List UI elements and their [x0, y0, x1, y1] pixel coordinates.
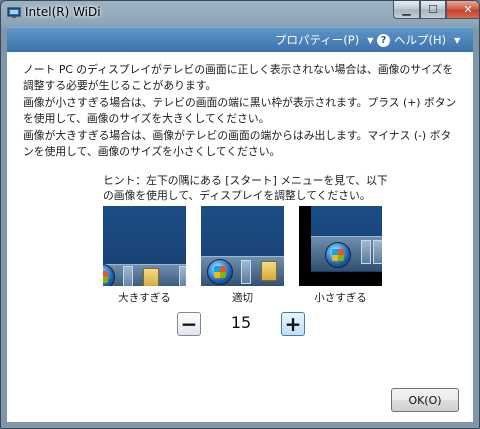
example-label-too-large: 大きすぎる — [118, 292, 171, 304]
widi-app-icon — [7, 7, 21, 18]
menu-help-label: ヘルプ(H) — [394, 33, 447, 47]
taskbar-button — [123, 266, 133, 286]
start-orb-icon — [325, 242, 351, 268]
taskbar-button — [241, 260, 251, 284]
example-label-too-small: 小さすぎる — [314, 292, 367, 304]
content-panel: ノート PC のディスプレイがテレビの画面に正しく表示されない場合は、画像のサイ… — [7, 52, 473, 422]
minimize-button[interactable]: ▁ — [393, 1, 420, 19]
folder-icon — [143, 268, 159, 286]
size-value: 15 — [230, 313, 252, 332]
start-orb-icon — [207, 259, 233, 285]
close-button[interactable]: ✕ — [446, 1, 479, 19]
taskbar-button — [361, 240, 371, 264]
maximize-button[interactable]: ☐ — [420, 1, 446, 19]
close-icon: ✕ — [463, 3, 473, 16]
decrease-size-button[interactable]: − — [177, 312, 201, 336]
example-label-correct: 適切 — [232, 292, 253, 304]
example-image-too-small — [299, 206, 382, 286]
menu-help[interactable]: ? ヘルプ(H) ▼ — [377, 32, 460, 48]
instruction-paragraph-2: 画像が小さすぎる場合は、テレビの画面の端に黒い枠が表示されます。プラス (+) … — [23, 96, 457, 125]
hint-text: ヒント：左下の隅にある [スタート] メニューを見て、以下の画像を使用して、ディ… — [103, 174, 388, 202]
taskbar-button — [373, 240, 382, 264]
instruction-paragraph-3: 画像が大きすぎる場合は、画像がテレビの画面の端からはみ出します。マイナス (-)… — [23, 129, 452, 158]
menu-bar: プロパティー(P) ▼ ? ヘルプ(H) ▼ — [7, 27, 473, 52]
chevron-down-icon: ▼ — [367, 35, 374, 45]
example-image-correct — [201, 206, 284, 286]
folder-icon — [261, 261, 277, 281]
minimize-icon: ▁ — [402, 3, 411, 16]
app-window: Intel(R) WiDi ▁ ☐ ✕ プロパティー(P) ▼ ? ヘルプ(H)… — [0, 0, 480, 429]
title-bar[interactable]: Intel(R) WiDi ▁ ☐ ✕ — [1, 1, 479, 27]
increase-size-button[interactable]: + — [281, 312, 305, 336]
ok-button[interactable]: OK(O) — [391, 388, 459, 412]
maximize-icon: ☐ — [428, 3, 438, 16]
menu-properties-label: プロパティー(P) — [275, 33, 360, 47]
window-title: Intel(R) WiDi — [25, 5, 101, 19]
help-icon: ? — [377, 33, 390, 47]
example-image-too-large — [103, 206, 186, 286]
instruction-paragraph-1: ノート PC のディスプレイがテレビの画面に正しく表示されない場合は、画像のサイ… — [23, 63, 454, 92]
chevron-down-icon: ▼ — [454, 35, 461, 45]
taskbar-button — [179, 266, 186, 286]
menu-properties[interactable]: プロパティー(P) ▼ — [275, 32, 373, 48]
